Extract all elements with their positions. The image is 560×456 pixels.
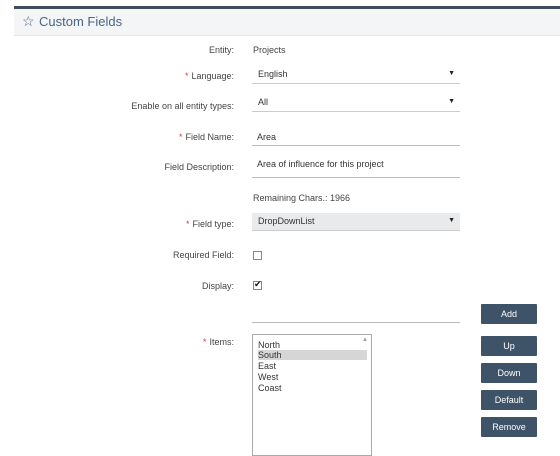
items-listbox[interactable]: ▲ North South East West Coast	[252, 334, 372, 456]
list-item-selected[interactable]: South	[258, 350, 367, 360]
entity-value: Projects	[253, 45, 286, 55]
field-type-label: * Field type:	[186, 219, 234, 229]
language-select[interactable]: English ▼	[252, 66, 460, 84]
items-label-text: Items:	[209, 337, 234, 347]
field-description-textarea[interactable]: Area of influence for this project	[252, 155, 460, 178]
required-marker: *	[185, 219, 190, 229]
list-item[interactable]: East	[258, 361, 367, 371]
language-label-text: Language:	[191, 71, 234, 81]
items-label: * Items:	[203, 337, 234, 347]
add-button[interactable]: Add	[481, 304, 537, 324]
field-name-label: * Field Name:	[179, 132, 234, 142]
star-icon[interactable]: ☆	[22, 14, 36, 28]
field-description-value: Area of influence for this project	[257, 159, 384, 169]
required-field-label: Required Field:	[172, 250, 234, 260]
enable-all-select[interactable]: All ▼	[252, 94, 460, 112]
field-type-select[interactable]: DropDownList ▼	[252, 213, 460, 231]
remove-button[interactable]: Remove	[481, 417, 537, 437]
page-title: Custom Fields	[39, 14, 123, 29]
display-checkbox[interactable]: ✔	[253, 279, 262, 290]
required-marker: *	[184, 71, 189, 81]
field-name-label-text: Field Name:	[185, 132, 234, 142]
list-item[interactable]: Coast	[258, 383, 367, 393]
required-field-checkbox[interactable]	[253, 251, 262, 260]
enable-all-selected-value: All	[258, 97, 269, 107]
down-button[interactable]: Down	[481, 363, 537, 383]
field-type-selected-value: DropDownList	[258, 216, 315, 226]
required-marker: *	[202, 337, 207, 347]
field-description-label: Field Description:	[164, 162, 234, 172]
display-label: Display:	[201, 281, 234, 291]
remaining-chars: Remaining Chars.: 1966	[253, 193, 351, 203]
chevron-down-icon: ▼	[448, 217, 455, 224]
panel-header: ☆ Custom Fields	[14, 9, 560, 36]
check-icon: ✔	[254, 279, 262, 289]
entity-label: Entity:	[208, 45, 234, 55]
required-marker: *	[178, 132, 183, 142]
language-selected-value: English	[258, 69, 288, 79]
list-item[interactable]: West	[258, 372, 367, 382]
default-button[interactable]: Default	[481, 390, 537, 410]
chevron-down-icon: ▼	[448, 98, 455, 105]
up-button[interactable]: Up	[481, 336, 537, 356]
language-label: * Language:	[185, 71, 234, 81]
list-item[interactable]: North	[258, 340, 367, 350]
chevron-down-icon: ▼	[448, 70, 455, 77]
new-item-input[interactable]	[252, 305, 460, 323]
field-type-label-text: Field type:	[192, 219, 234, 229]
enable-all-label: Enable on all entity types:	[131, 101, 234, 111]
field-name-value: Area	[257, 132, 277, 142]
field-name-input[interactable]: Area	[252, 128, 460, 146]
